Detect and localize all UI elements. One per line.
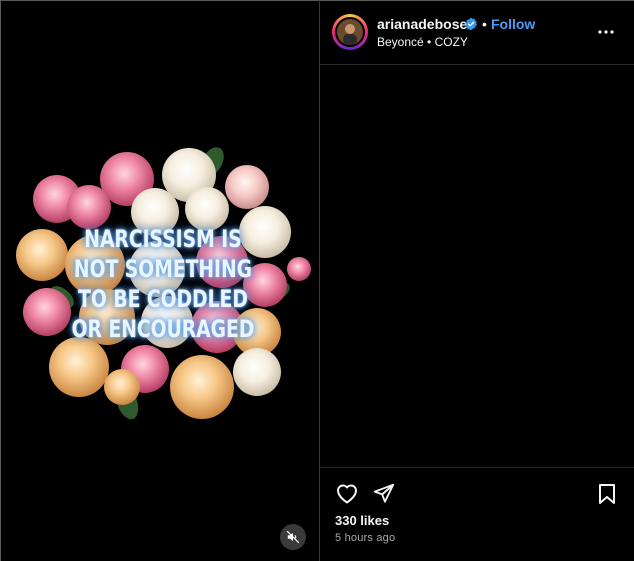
video-frame[interactable]: NARCISSISM IS NOT SOMETHING TO BE CODDLE… <box>7 87 319 481</box>
verified-badge-icon <box>465 17 477 31</box>
post-sidebar: arianadebose • Follow Beyoncé • COZY 330… <box>320 0 634 561</box>
audio-track-link[interactable]: Beyoncé • COZY <box>377 35 468 49</box>
story-ring[interactable] <box>332 14 368 50</box>
follow-button[interactable]: Follow <box>491 16 535 32</box>
more-options-icon[interactable] <box>598 24 614 40</box>
post-media[interactable]: NARCISSISM IS NOT SOMETHING TO BE CODDLE… <box>1 1 319 561</box>
actions-divider <box>320 467 634 468</box>
mute-toggle-button[interactable] <box>280 524 306 550</box>
muted-speaker-icon <box>286 530 300 544</box>
share-icon[interactable] <box>373 482 395 504</box>
like-count[interactable]: 330 likes <box>335 513 389 528</box>
username-link[interactable]: arianadebose <box>377 16 467 32</box>
avatar[interactable] <box>335 17 365 47</box>
heart-icon[interactable] <box>335 482 359 504</box>
post-header: arianadebose • Follow Beyoncé • COZY <box>320 0 634 65</box>
bookmark-icon[interactable] <box>598 483 616 505</box>
post-timestamp[interactable]: 5 hours ago <box>335 532 395 544</box>
quote-overlay-text: NARCISSISM IS NOT SOMETHING TO BE CODDLE… <box>71 225 255 343</box>
separator-dot: • <box>482 16 487 32</box>
avatar-image <box>337 19 363 45</box>
